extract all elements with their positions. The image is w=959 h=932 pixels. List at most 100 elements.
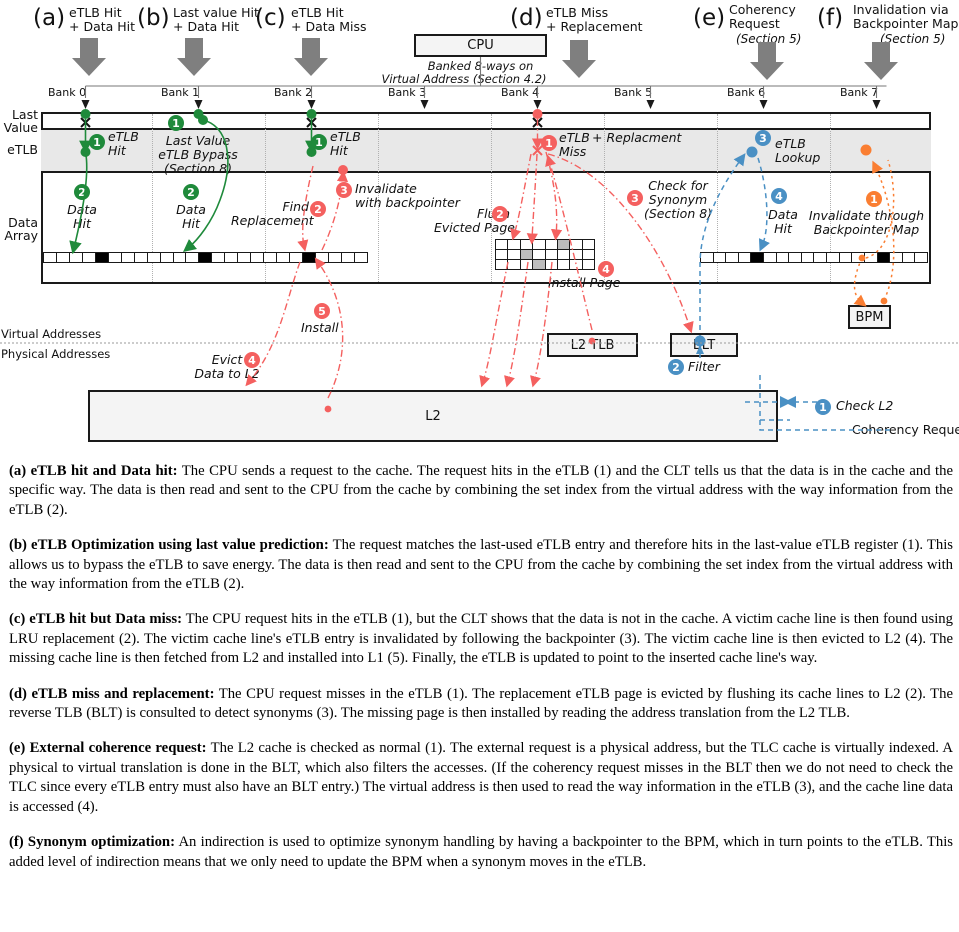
annotation-e1b-label: Coherency Request [852,422,959,437]
badge-b-1: 1 [168,115,184,131]
annotation-d4-label: Install Page [548,275,621,290]
data-cell [533,240,546,249]
data-cell [915,253,927,262]
annotation-c1-line1: eTLB [330,129,361,144]
data-cell-evicted [520,250,534,259]
data-cell [714,253,727,262]
badge-c-3: 3 [336,182,352,198]
data-cell [521,260,534,269]
blt-box: BLT [670,333,738,357]
data-cell [814,253,828,262]
annotation-a1-line1: eTLB [108,129,139,144]
data-cell [109,253,122,262]
data-cell [186,253,200,262]
data-cell-occupied [95,253,109,262]
annotation-e1-label: Check L2 [836,398,894,413]
bank-label-1: Bank 1 [161,86,200,99]
case-label-d: eTLB Miss + Replacement [546,6,643,33]
badge-e-2: 2 [668,359,684,375]
data-cell [264,253,278,262]
data-cell [701,253,714,262]
case-tag-b: (b) [137,5,170,31]
data-cell [225,253,239,262]
annotation-f1-line1: Invalidate through [808,208,925,223]
data-cell [827,253,840,262]
annotation-c4-line2: Data to L2 [194,366,260,381]
annotation-a2-line2: Hit [73,216,91,231]
data-cell [789,253,802,262]
data-cell [355,253,367,262]
annotation-b1-label: Last Value eTLB Bypass (Section 8) [143,134,253,176]
annotation-b1-line2: eTLB Bypass [158,147,238,162]
data-cell [558,250,571,259]
case-e-line2: Request [729,15,780,31]
badge-d-1: 1 [541,135,557,151]
annotation-f1-label: Invalidate through Backpointer Map [779,209,954,237]
annotation-b1-line3: (Section 8) [163,161,233,176]
case-d-line2: + Replacement [546,18,643,34]
caption-title-d: (d) eTLB miss and replacement: [9,685,215,702]
bank-label-2: Bank 2 [274,86,313,99]
row-label-etlb: eTLB [7,142,38,157]
row-label-value: Value [3,120,38,135]
data-cell [777,253,790,262]
data-cell [840,253,853,262]
data-cell [558,260,571,269]
badge-d-3: 3 [627,190,643,206]
badge-c-4: 4 [244,352,260,368]
bank-label-5: Bank 5 [614,86,653,99]
data-cell [802,253,815,262]
annotation-d3-line2: Synonym [648,192,708,207]
data-cell [508,260,521,269]
data-cell [44,253,57,262]
data-cell [865,253,878,262]
annotation-c1-line2: Hit [330,143,348,158]
bank-label-6: Bank 6 [727,86,766,99]
case-tag-a: (a) [33,5,66,31]
data-cell [546,260,558,269]
case-e-section: (Section 5) [736,32,802,46]
caption-paragraph-f: (f) Synonym optimization: An indirection… [9,833,953,872]
badge-a-1: 1 [89,134,105,150]
data-cell [508,250,521,259]
l2tlb-box: L2 TLB [547,333,638,357]
data-cell [570,250,583,259]
badge-d-2: 2 [492,206,508,222]
page-grid-row [495,239,595,250]
data-cell-occupied [751,253,765,262]
data-cell [57,253,70,262]
l2-box: L2 [88,390,778,442]
annotation-c3-label: Invalidate with backpointer [355,182,460,210]
data-cell [122,253,135,262]
annotation-d3-line3: (Section 8) [643,206,713,221]
annotation-c2-line2: Replacement [231,213,314,228]
annotation-d3-line1: Check for [648,178,708,193]
annotation-d1-label: eTLB Miss [559,131,590,159]
caption-title-b: (b) eTLB Optimization using last value p… [9,537,329,554]
data-cell [570,240,583,249]
data-cell [546,250,558,259]
data-cell [521,240,534,249]
bpm-box: BPM [848,305,891,329]
badge-b-2: 2 [183,184,199,200]
case-tag-f: (f) [817,5,844,31]
bank-label-0: Bank 0 [48,86,87,99]
cpu-note-line1: Banked 8-ways on [427,59,534,73]
annotation-e3-label: eTLB Lookup [775,137,820,165]
data-cell [174,253,187,262]
row-label-array: Array [4,228,38,243]
case-tag-c: (c) [255,5,286,31]
cpu-box: CPU [414,34,547,57]
data-cell [583,240,594,249]
data-cell-occupied [199,253,213,262]
case-label-e: Coherency Request [729,3,796,30]
badge-a-2: 2 [74,184,90,200]
caption-paragraph-c: (c) eTLB hit but Data miss: The CPU requ… [9,610,953,668]
case-tag-e: (e) [693,5,726,31]
figure-caption: (a) eTLB hit and Data hit: The CPU sends… [9,462,953,888]
page-grid-row [495,249,595,260]
cpu-note: Banked 8-ways on Virtual Address (Sectio… [381,59,547,86]
data-cell [83,253,96,262]
data-cell [546,240,558,249]
annotation-c2-line1: Find [282,199,309,214]
